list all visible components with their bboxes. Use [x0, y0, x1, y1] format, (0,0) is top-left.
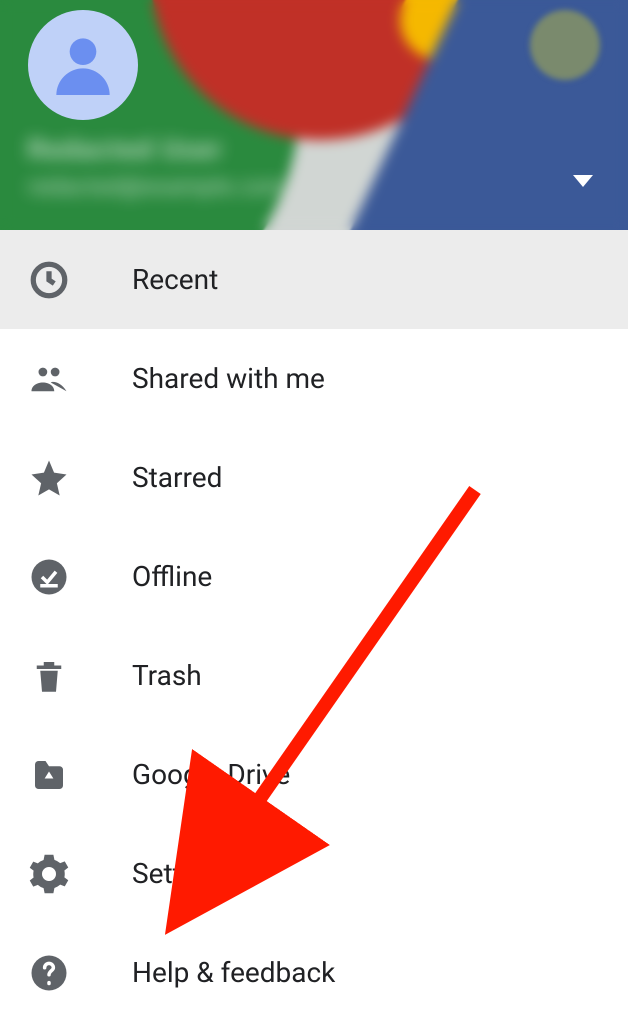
help-icon [28, 952, 70, 994]
drive-icon [28, 754, 70, 796]
user-email: redacted@example.com [28, 175, 286, 200]
menu-label: Recent [132, 263, 218, 296]
menu-label: Offline [132, 560, 212, 593]
account-header[interactable]: Redacted User redacted@example.com [0, 0, 628, 230]
people-icon [28, 358, 70, 400]
chevron-down-icon[interactable] [573, 175, 593, 187]
navigation-menu: Recent Shared with me Starred Offline Tr… [0, 230, 628, 1022]
menu-label: Starred [132, 461, 222, 494]
offline-icon [28, 556, 70, 598]
clock-icon [28, 259, 70, 301]
menu-label: Google Drive [132, 758, 290, 791]
star-icon [28, 457, 70, 499]
menu-item-shared[interactable]: Shared with me [0, 329, 628, 428]
trash-icon [28, 655, 70, 697]
menu-item-drive[interactable]: Google Drive [0, 725, 628, 824]
user-name: Redacted User [28, 135, 224, 165]
menu-label: Settings [132, 857, 234, 890]
menu-item-trash[interactable]: Trash [0, 626, 628, 725]
menu-item-help[interactable]: Help & feedback [0, 923, 628, 1022]
avatar [28, 10, 138, 120]
menu-label: Shared with me [132, 362, 325, 395]
secondary-avatar[interactable] [530, 10, 600, 80]
gear-icon [28, 853, 70, 895]
menu-item-settings[interactable]: Settings [0, 824, 628, 923]
menu-item-offline[interactable]: Offline [0, 527, 628, 626]
menu-item-recent[interactable]: Recent [0, 230, 628, 329]
menu-item-starred[interactable]: Starred [0, 428, 628, 527]
menu-label: Trash [132, 659, 202, 692]
menu-label: Help & feedback [132, 956, 335, 989]
